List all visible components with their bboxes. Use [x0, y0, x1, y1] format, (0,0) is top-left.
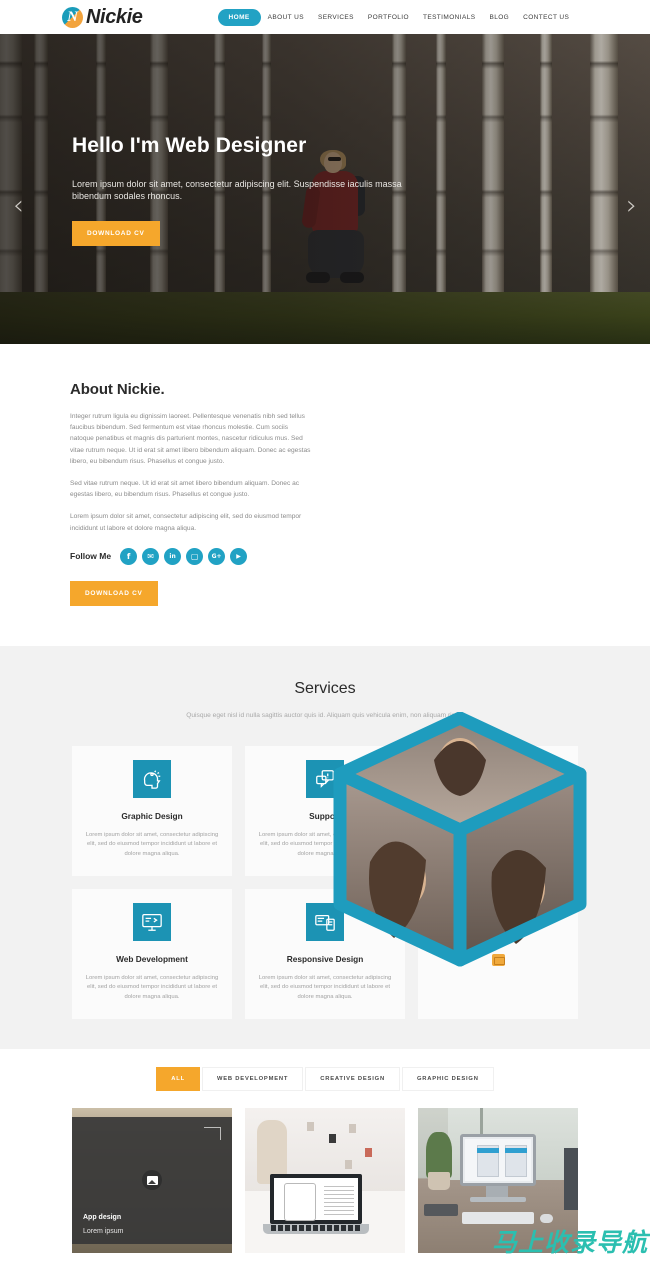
nav-item-home[interactable]: HOME [217, 8, 261, 26]
portfolio-item-title: App design [83, 1213, 122, 1221]
portfolio-item-app-design[interactable]: App design Lorem ipsum [72, 1107, 232, 1253]
youtube-icon[interactable]: ▶ [230, 547, 248, 565]
twitter-icon[interactable]: ✉ [142, 547, 160, 565]
logo-letter: N [67, 8, 78, 25]
service-card-graphic-design[interactable]: Graphic Design Lorem ipsum dolor sit ame… [72, 745, 232, 876]
portfolio-item-subtitle: Lorem ipsum [83, 1227, 124, 1235]
main-nav: HOME ABOUT US SERVICES PORTFOLIO TESTIMO… [217, 8, 577, 26]
site-watermark: 马上收录导航 [491, 1228, 648, 1257]
site-header: N Nickie HOME ABOUT US SERVICES PORTFOLI… [0, 0, 650, 34]
service-card-body: Lorem ipsum dolor sit amet, consectetur … [85, 831, 219, 857]
hero-download-cv-button[interactable]: DOWNLOAD CV [72, 221, 160, 246]
logo[interactable]: N Nickie [62, 6, 143, 29]
about-download-cv-button[interactable]: DOWNLOAD CV [70, 580, 158, 606]
nav-item-about-us[interactable]: ABOUT US [261, 14, 311, 21]
monitor-code-icon [133, 902, 171, 941]
google-plus-icon[interactable]: G+ [208, 547, 226, 565]
nav-item-contect-us[interactable]: CONTECT US [516, 14, 576, 21]
hero-title: Hello I'm Web Designer [72, 134, 307, 157]
portfolio-filter-tabs: ALL WEB DEVELOPMENT CREATIVE DESIGN GRAP… [0, 1066, 650, 1091]
service-card-title: Graphic Design [121, 810, 183, 821]
filter-creative-design[interactable]: CREATIVE DESIGN [305, 1066, 400, 1091]
portfolio-item-laptop-sketch[interactable] [245, 1107, 405, 1253]
broken-image-placeholder-icon [491, 953, 505, 966]
services-title: Services [294, 679, 356, 697]
service-card-title: Web Development [116, 953, 188, 964]
nav-item-blog[interactable]: BLOG [482, 14, 516, 21]
head-idea-icon [133, 759, 171, 798]
instagram-icon[interactable]: ▢ [186, 547, 204, 565]
about-paragraph-3: Lorem ipsum dolor sit amet, consectetur … [70, 513, 302, 532]
follow-me-label: Follow Me [70, 551, 112, 562]
photo-cube-image [330, 711, 590, 972]
service-card-web-development[interactable]: Web Development Lorem ipsum dolor sit am… [72, 888, 232, 1019]
hero-subtitle: Lorem ipsum dolor sit amet, consectetur … [72, 179, 402, 201]
facebook-icon[interactable]: f [120, 547, 138, 565]
image-icon[interactable] [142, 1170, 162, 1191]
follow-me-row: Follow Me f ✉ in ▢ G+ ▶ [70, 547, 285, 565]
nickie-logo-mark-icon: N [62, 6, 83, 28]
nav-item-testimonials[interactable]: TESTIMONIALS [416, 14, 482, 21]
about-paragraph-1: Integer rutrum ligula eu dignissim laore… [70, 413, 311, 465]
filter-all[interactable]: ALL [156, 1066, 200, 1091]
about-section: About Nickie. Integer rutrum ligula eu d… [0, 344, 650, 967]
nav-item-portfolio[interactable]: PORTFOLIO [361, 14, 416, 21]
about-title: About Nickie. [70, 381, 165, 398]
portfolio-thumbnail [245, 1107, 405, 1253]
about-paragraph-2: Sed vitae rutrum neque. Ut id erat sit a… [70, 480, 300, 499]
logo-text: Nickie [86, 5, 143, 28]
filter-graphic-design[interactable]: GRAPHIC DESIGN [401, 1066, 494, 1091]
linkedin-icon[interactable]: in [164, 547, 182, 565]
service-card-body: Lorem ipsum dolor sit amet, consectetur … [258, 974, 392, 1000]
nav-item-services[interactable]: SERVICES [311, 14, 361, 21]
corner-accent [204, 1126, 221, 1140]
hero-slider: ‹ › Hello I'm Web Designer Lorem ipsum d… [0, 34, 650, 344]
slider-prev-arrow[interactable]: ‹ [13, 192, 24, 219]
service-card-body: Lorem ipsum dolor sit amet, consectetur … [85, 974, 219, 1000]
slider-next-arrow[interactable]: › [626, 192, 637, 219]
filter-web-development[interactable]: WEB DEVELOPMENT [201, 1066, 304, 1091]
